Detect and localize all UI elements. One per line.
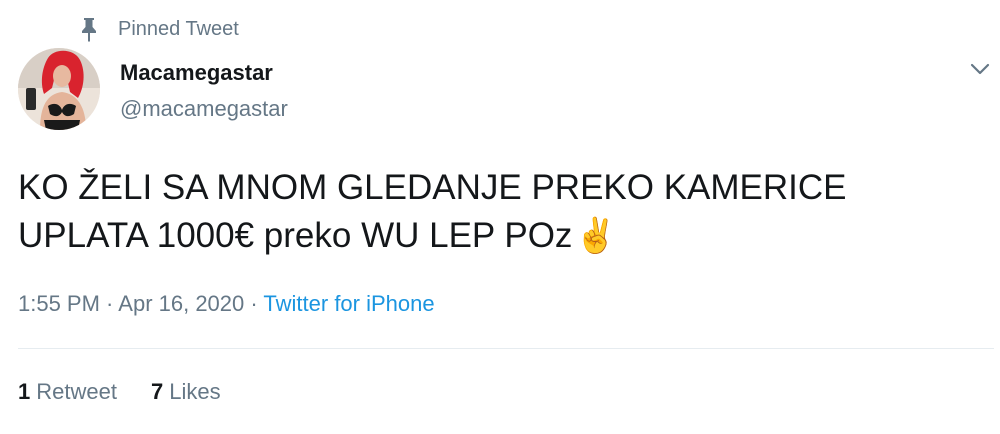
pin-icon [78, 16, 100, 42]
avatar[interactable] [18, 48, 100, 130]
tweet-time[interactable]: 1:55 PM [18, 291, 100, 316]
tweet-source-link[interactable]: Twitter for iPhone [263, 291, 434, 316]
tweet-text-line-2-text: UPLATA 1000€ preko WU LEP POz [18, 216, 573, 255]
user-handle[interactable]: @macamegastar [120, 96, 288, 122]
retweets-count: 1 [18, 379, 31, 404]
likes-label: Likes [169, 379, 221, 404]
victory-hand-emoji: ✌️ [574, 217, 617, 255]
tweet-date[interactable]: Apr 16, 2020 [118, 291, 244, 316]
pinned-tweet-indicator: Pinned Tweet [78, 14, 239, 44]
tweet-text-line-1: KO ŽELI SA MNOM GLEDANJE PREKO KAMERICE [18, 168, 847, 207]
retweets-stat[interactable]: 1 Retweet [18, 379, 117, 405]
tweet-metadata: 1:55 PM · Apr 16, 2020 · Twitter for iPh… [18, 291, 435, 317]
divider [18, 348, 994, 349]
pinned-label: Pinned Tweet [118, 17, 239, 40]
meta-separator: · [244, 291, 264, 316]
chevron-down-icon[interactable] [962, 54, 998, 84]
tweet-text-line-2: UPLATA 1000€ preko WU LEP POz✌️ [18, 212, 978, 260]
tweet-text: KO ŽELI SA MNOM GLEDANJE PREKO KAMERICE … [18, 164, 978, 260]
likes-count: 7 [150, 379, 164, 404]
user-display-name[interactable]: Macamegastar [120, 60, 273, 86]
likes-stat[interactable]: 7 Likes [151, 379, 221, 405]
tweet-stats: 1 Retweet 7 Likes [18, 379, 221, 405]
meta-separator: · [99, 291, 119, 316]
retweets-label: Retweet [36, 379, 117, 404]
